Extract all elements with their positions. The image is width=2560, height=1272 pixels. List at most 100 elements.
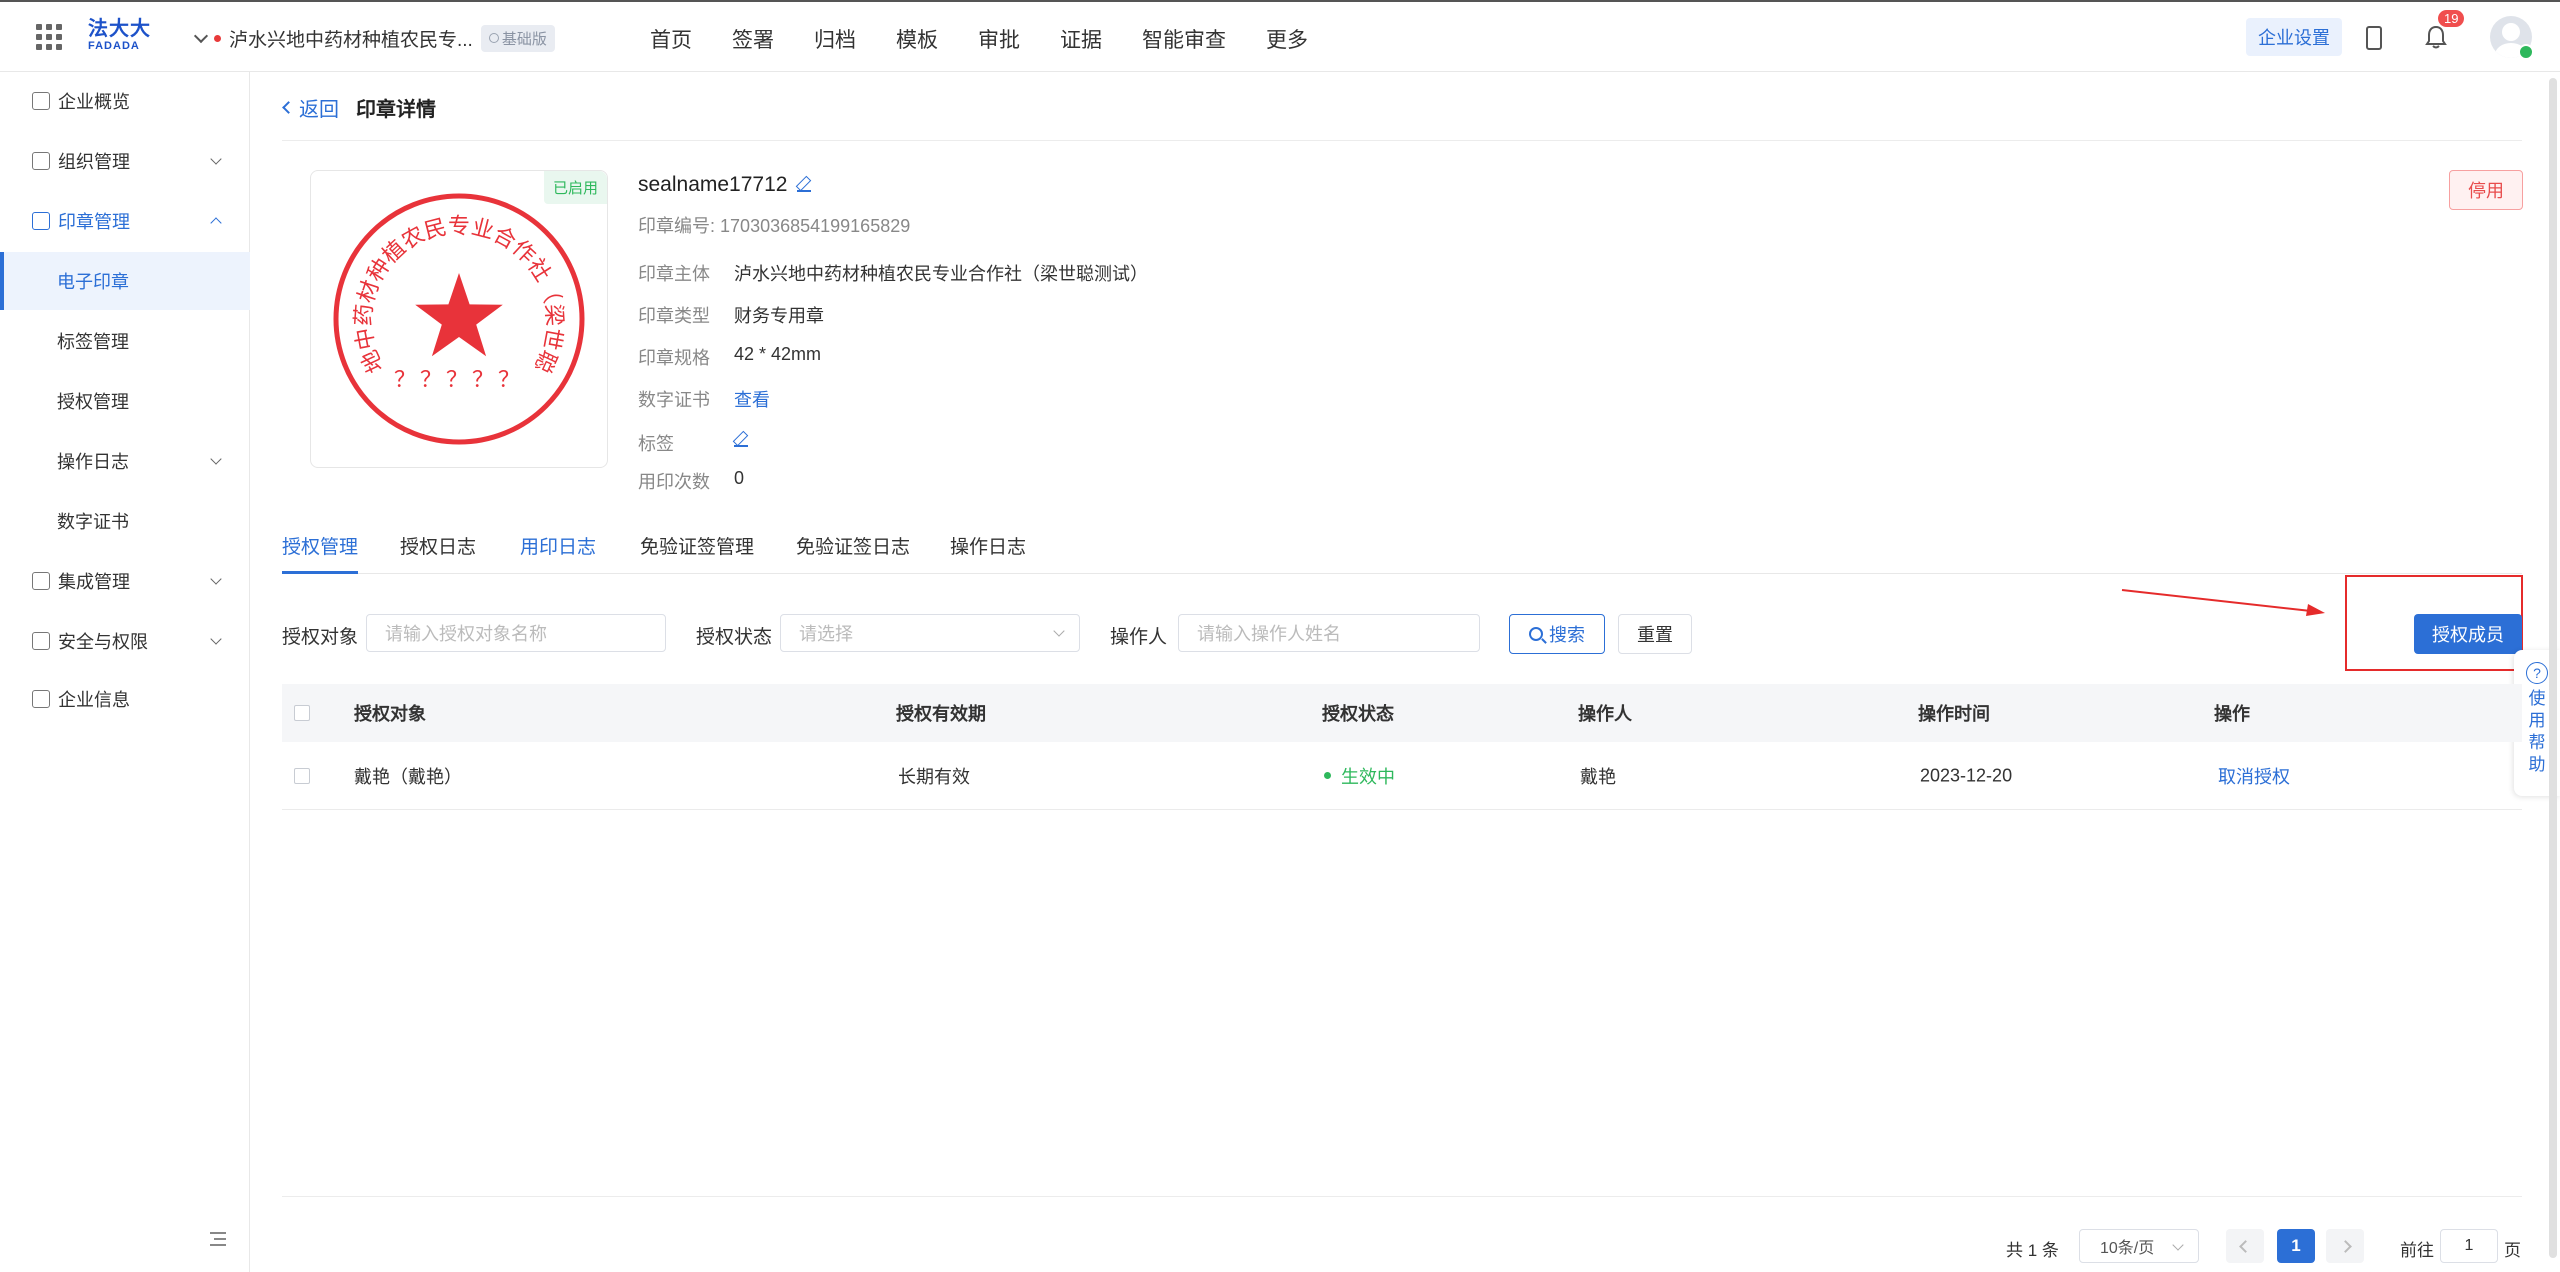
table-row: 戴艳（戴艳） 长期有效 生效中 戴艳 2023-12-20 取消授权	[282, 742, 2522, 810]
seal-name: sealname17712	[638, 173, 788, 196]
sidebar-item-authorization[interactable]: 授权管理	[0, 372, 250, 430]
mobile-icon[interactable]	[2366, 26, 2382, 50]
nav-sign[interactable]: 签署	[732, 24, 774, 54]
page-size-select[interactable]: 10条/页	[2079, 1229, 2199, 1263]
cell-status: 生效中	[1324, 763, 1395, 789]
layers-icon	[32, 572, 50, 590]
scrollbar-thumb[interactable]	[2549, 78, 2557, 1258]
tab-authorization[interactable]: 授权管理	[282, 532, 359, 574]
sidebar: 企业概览 组织管理 印章管理 电子印章 标签管理 授权管理 操作日志 数字证书 …	[0, 72, 250, 1272]
divider	[282, 140, 2522, 141]
column-header: 操作	[2214, 704, 2250, 724]
main-nav: 首页 签署 归档 模板 审批 证据 智能审查 更多	[650, 24, 1308, 54]
nav-evidence[interactable]: 证据	[1060, 24, 1102, 54]
nav-more[interactable]: 更多	[1266, 24, 1308, 54]
operator-search-input[interactable]: 请输入操作人姓名	[1178, 614, 1480, 652]
plan-badge-label: 基础版	[501, 30, 547, 48]
sidebar-item-enterprise-info[interactable]: 企业信息	[0, 670, 250, 728]
info-row-type: 印章类型 财务专用章	[638, 302, 824, 328]
select-all-checkbox[interactable]	[294, 705, 310, 721]
sidebar-item-label: 标签管理	[57, 332, 129, 352]
page-title: 印章详情	[356, 99, 436, 121]
sidebar-item-organization[interactable]: 组织管理	[0, 132, 250, 190]
column-header: 授权有效期	[896, 704, 986, 724]
sidebar-item-label: 安全与权限	[58, 632, 148, 652]
tab-free-sign[interactable]: 免验证签管理	[640, 532, 754, 574]
goto-prefix: 前往	[2400, 1241, 2434, 1260]
collapse-sidebar-icon[interactable]	[210, 1232, 226, 1246]
nav-home[interactable]: 首页	[650, 24, 692, 54]
sidebar-item-electronic-seal[interactable]: 电子印章	[0, 252, 250, 310]
edit-icon[interactable]	[797, 178, 812, 192]
status-select[interactable]: 请选择	[780, 614, 1080, 652]
nav-approval[interactable]: 审批	[978, 24, 1020, 54]
current-page[interactable]: 1	[2277, 1229, 2315, 1263]
verified-icon	[2518, 44, 2534, 60]
search-icon	[1529, 627, 1543, 641]
company-switcher[interactable]: 泸水兴地中药材种植农民专... 基础版	[193, 24, 555, 52]
sidebar-item-operation-log[interactable]: 操作日志	[0, 432, 250, 490]
goto-suffix: 页	[2504, 1241, 2521, 1260]
sidebar-item-security[interactable]: 安全与权限	[0, 612, 250, 670]
help-icon: ?	[2526, 662, 2548, 684]
cell-target: 戴艳（戴艳）	[354, 766, 462, 787]
sidebar-item-label: 操作日志	[57, 452, 129, 472]
notification-badge: 19	[2438, 10, 2465, 27]
column-header: 授权状态	[1322, 704, 1394, 724]
view-cert-link[interactable]: 查看	[734, 386, 770, 412]
prev-page-button[interactable]	[2226, 1229, 2264, 1263]
tab-auth-log[interactable]: 授权日志	[400, 532, 476, 574]
logo[interactable]: 法大大 FADADA	[88, 18, 152, 52]
seal-number-value: 1703036854199165829	[720, 216, 911, 236]
info-value: 0	[734, 468, 745, 488]
tab-free-sign-log[interactable]: 免验证签日志	[796, 532, 910, 574]
next-page-button[interactable]	[2326, 1229, 2364, 1263]
seal-preview-card: 已启用 泸水兴地中药材种植农民专业合作社（梁世聪测试） ？？？？？	[310, 170, 608, 468]
disable-button[interactable]: 停用	[2449, 170, 2523, 210]
sidebar-item-seal-management[interactable]: 印章管理	[0, 192, 250, 250]
company-name: 泸水兴地中药材种植农民专...	[229, 29, 473, 51]
revoke-authorization-link[interactable]: 取消授权	[2218, 763, 2290, 789]
edit-tag-icon[interactable]	[734, 433, 748, 447]
seal-image: 泸水兴地中药材种植农民专业合作社（梁世聪测试） ？？？？？	[331, 191, 585, 445]
sidebar-item-label: 集成管理	[58, 572, 130, 592]
back-link[interactable]: 返回	[282, 93, 339, 122]
authorize-member-button[interactable]: 授权成员	[2414, 614, 2522, 654]
tab-operation-log[interactable]: 操作日志	[950, 532, 1026, 574]
info-key: 印章规格	[638, 348, 710, 368]
divider	[282, 1196, 2522, 1197]
nav-archive[interactable]: 归档	[814, 24, 856, 54]
nav-smart-review[interactable]: 智能审查	[1142, 24, 1226, 54]
apps-grid-icon[interactable]	[36, 24, 62, 50]
pagination-total: 共 1 条	[2006, 1241, 2059, 1260]
enterprise-settings-button[interactable]: 企业设置	[2246, 18, 2342, 56]
sidebar-item-tag-management[interactable]: 标签管理	[0, 312, 250, 370]
sidebar-item-overview[interactable]: 企业概览	[0, 72, 250, 130]
annotation-arrow-icon	[2121, 589, 2325, 616]
target-search-input[interactable]: 请输入授权对象名称	[366, 614, 666, 652]
sidebar-item-integration[interactable]: 集成管理	[0, 552, 250, 610]
sidebar-item-digital-cert[interactable]: 数字证书	[0, 492, 250, 550]
building-icon	[32, 690, 50, 708]
page-size-value: 10条/页	[2100, 1240, 2155, 1257]
tab-usage-log[interactable]: 用印日志	[520, 532, 596, 574]
search-button[interactable]: 搜索	[1509, 614, 1605, 654]
logo-text-cn: 法大大	[88, 18, 151, 40]
sidebar-item-label: 印章管理	[58, 212, 130, 232]
status-text: 生效中	[1341, 766, 1395, 787]
back-label: 返回	[299, 99, 339, 121]
seal-number: 印章编号: 1703036854199165829	[638, 212, 910, 238]
nav-template[interactable]: 模板	[896, 24, 938, 54]
info-row-tag: 标签	[638, 430, 748, 456]
shield-icon	[32, 632, 50, 650]
status-select-placeholder: 请选择	[799, 624, 853, 644]
info-value: 财务专用章	[734, 306, 824, 326]
chevron-left-icon	[282, 101, 295, 114]
goto-page-input[interactable]: 1	[2440, 1229, 2498, 1263]
scrollbar[interactable]	[2549, 72, 2557, 1272]
info-row-cert: 数字证书 查看	[638, 386, 770, 412]
row-checkbox[interactable]	[294, 767, 310, 784]
bell-icon[interactable]	[2424, 24, 2448, 50]
reset-button[interactable]: 重置	[1618, 614, 1692, 654]
dashboard-icon	[32, 92, 50, 110]
